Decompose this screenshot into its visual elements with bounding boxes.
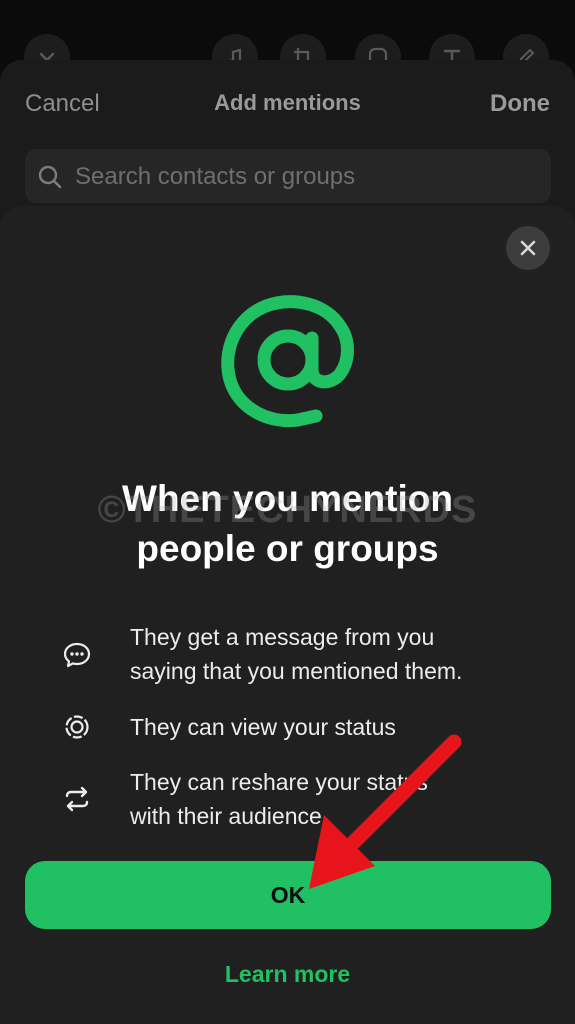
info-item-line: They get a message from you <box>130 624 435 650</box>
at-sign-icon <box>221 295 354 428</box>
close-icon <box>520 240 536 256</box>
search-input[interactable] <box>73 161 537 193</box>
search-bar[interactable] <box>25 149 551 203</box>
info-item-line: with their audience. <box>130 803 329 829</box>
search-icon <box>37 164 63 195</box>
info-item-line: saying that you mentioned them. <box>130 658 463 684</box>
info-item-text: They get a message from you saying that … <box>130 620 550 688</box>
mention-info-sheet: When you mention people or groups ©THETE… <box>0 206 575 1024</box>
screen: Cancel Add mentions Done When you mentio… <box>0 0 575 1024</box>
modal-title: When you mention people or groups <box>30 474 545 574</box>
reshare-icon <box>65 786 89 812</box>
info-item-text: They can view your status <box>130 710 550 744</box>
info-item-line: They can reshare your status <box>130 769 428 795</box>
modal-title-line2: people or groups <box>136 528 439 569</box>
sheet-title: Add mentions <box>214 90 361 115</box>
learn-more-link[interactable]: Learn more <box>0 961 575 988</box>
modal-title-line1: When you mention <box>122 478 453 519</box>
close-button[interactable] <box>506 226 550 270</box>
status-icon <box>65 715 89 739</box>
ok-button[interactable]: OK <box>25 861 551 929</box>
message-icon <box>63 642 91 668</box>
nav-bar: Cancel Add mentions Done <box>0 88 575 122</box>
info-item-line: They can view your status <box>130 714 396 740</box>
info-item-text: They can reshare your status with their … <box>130 765 550 833</box>
done-button[interactable]: Done <box>490 90 550 118</box>
